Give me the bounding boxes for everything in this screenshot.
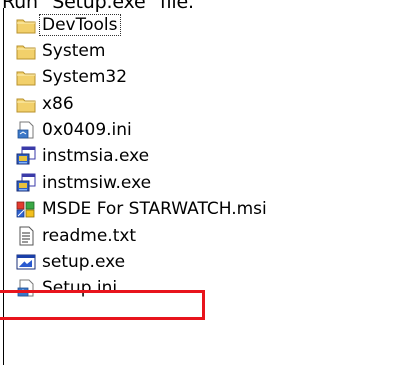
- file-name: MSDE For STARWATCH.msi: [42, 199, 267, 219]
- text-file-icon: [19, 226, 34, 246]
- ini-file-icon: [17, 121, 34, 139]
- setup-exe-highlight: [0, 290, 205, 320]
- installer-exe-icon: [16, 173, 36, 192]
- file-item-system[interactable]: System: [16, 37, 107, 65]
- file-item-x86[interactable]: x86: [16, 90, 76, 118]
- setup-exe-icon: [16, 254, 36, 270]
- file-item-devtools[interactable]: DevTools: [16, 11, 121, 39]
- file-name: setup.exe: [42, 252, 126, 272]
- file-name: x86: [42, 94, 74, 114]
- file-item-setup-exe[interactable]: setup.exe: [16, 248, 127, 276]
- file-item-system32[interactable]: System32: [16, 63, 129, 91]
- folder-icon: [16, 19, 36, 34]
- msi-package-icon: [16, 201, 35, 218]
- folder-icon: [16, 71, 36, 86]
- file-item-msde-msi[interactable]: MSDE For STARWATCH.msi: [16, 195, 269, 223]
- file-name: readme.txt: [42, 226, 137, 246]
- file-name: instmsiw.exe: [42, 173, 152, 193]
- file-name: DevTools: [39, 14, 121, 36]
- folder-icon: [16, 98, 36, 113]
- installer-exe-icon: [16, 146, 36, 165]
- file-name: System32: [42, 67, 128, 87]
- file-item-instmsiw-exe[interactable]: instmsiw.exe: [16, 169, 153, 197]
- file-name: instmsia.exe: [42, 146, 150, 166]
- folder-icon: [16, 45, 36, 60]
- file-item-readme-txt[interactable]: readme.txt: [16, 222, 138, 250]
- file-name: System: [42, 41, 106, 61]
- file-item-instmsia-exe[interactable]: instmsia.exe: [16, 142, 151, 170]
- file-item-0x0409-ini[interactable]: 0x0409.ini: [16, 116, 134, 144]
- file-name: 0x0409.ini: [42, 120, 132, 140]
